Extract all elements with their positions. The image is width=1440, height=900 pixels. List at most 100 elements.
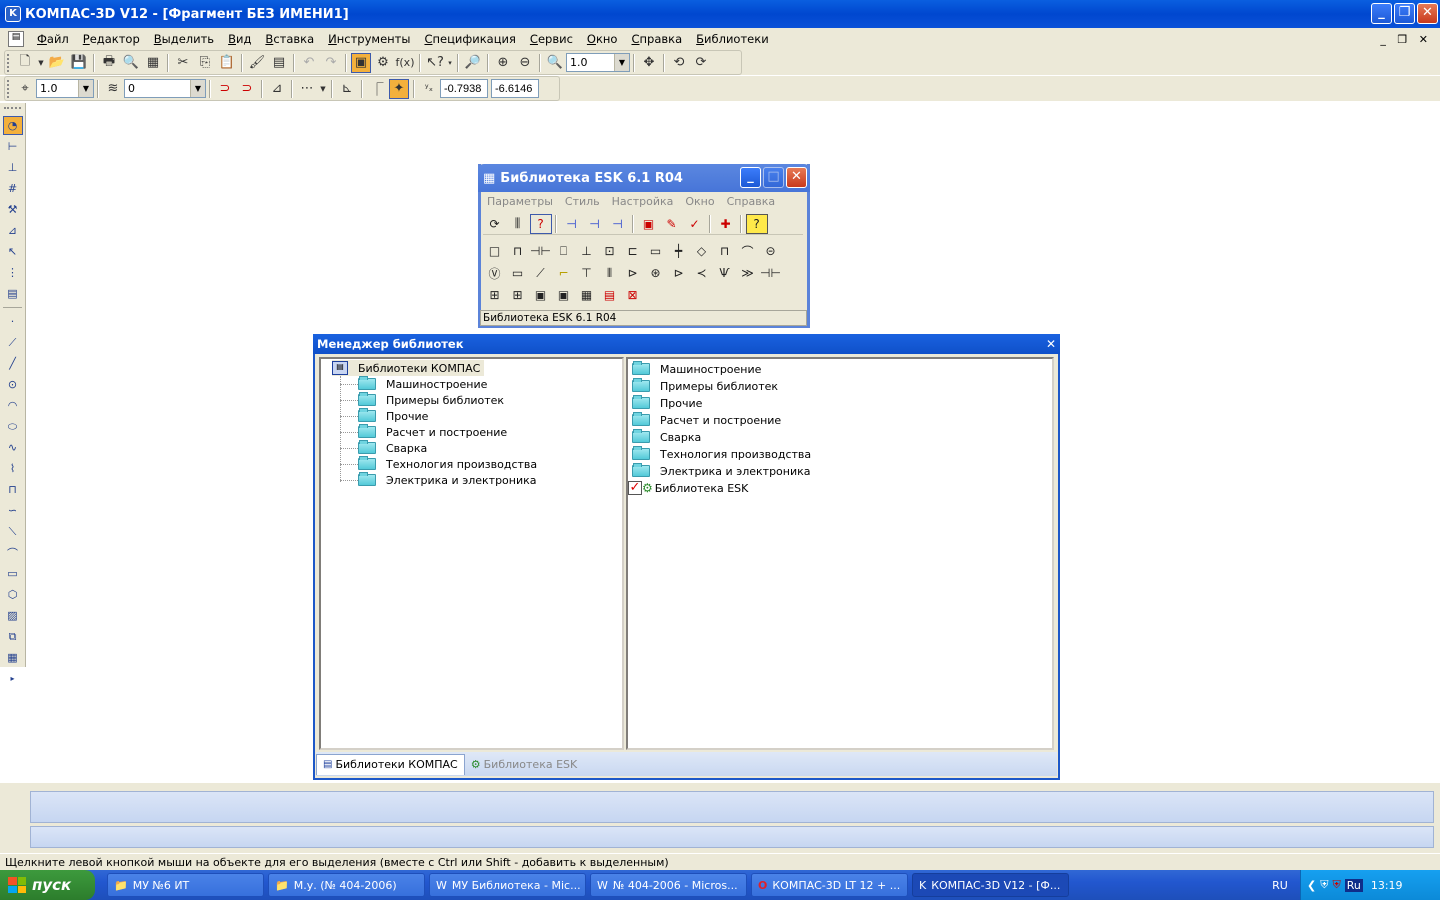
menu-libraries[interactable]: Библиотеки: [689, 32, 776, 46]
coord-x-field[interactable]: [440, 79, 488, 98]
list-item[interactable]: Примеры библиотек: [632, 378, 778, 394]
task-button[interactable]: 📁 М.у. (№ 404-2006): [268, 873, 425, 897]
zoom-in-icon[interactable]: ⊕: [493, 53, 513, 73]
arc-icon[interactable]: ◠: [3, 396, 23, 415]
restore-button[interactable]: ❐: [1394, 3, 1415, 24]
chevron-down-icon[interactable]: ▼: [190, 80, 205, 97]
snap-settings-icon[interactable]: ⊃: [237, 79, 257, 99]
tree-item[interactable]: Технология производства: [340, 456, 537, 472]
hatch-icon[interactable]: ▨: [3, 606, 23, 625]
menu-file[interactable]: Файл: [30, 32, 76, 46]
esk-close-button[interactable]: ✕: [786, 167, 807, 188]
minimize-button[interactable]: _: [1371, 3, 1392, 24]
tab-esk-library[interactable]: ⚙ Библиотека ESK: [465, 754, 583, 775]
esk-mark-icon[interactable]: ▣: [638, 214, 660, 234]
contour-icon[interactable]: ⊓: [3, 480, 23, 499]
task-button[interactable]: W № 404-2006 - Micros...: [590, 873, 747, 897]
point-icon[interactable]: ·: [3, 312, 23, 331]
task-button[interactable]: W МУ Библиотека - Mic...: [429, 873, 586, 897]
segment-icon[interactable]: ╱: [3, 354, 23, 373]
esk-button-icon[interactable]: ⊤: [576, 263, 598, 283]
spline-icon[interactable]: ∿: [3, 438, 23, 457]
language-indicator[interactable]: RU: [1260, 870, 1300, 900]
toolbar-grip[interactable]: [7, 79, 11, 98]
polygon-icon[interactable]: ⬡: [3, 585, 23, 604]
esk-border-icon[interactable]: ▣: [553, 285, 575, 305]
esk-cap3-icon[interactable]: ⎕: [553, 241, 575, 261]
esk-diode-icon[interactable]: ⊳: [622, 263, 644, 283]
local-cs-icon[interactable]: ⊾: [337, 79, 357, 99]
collect-contour-icon[interactable]: ▦: [3, 648, 23, 667]
esk-minimize-button[interactable]: _: [740, 167, 761, 188]
new-document-icon[interactable]: 🗋: [15, 53, 35, 73]
menu-service[interactable]: Сервис: [523, 32, 580, 46]
ellipse-icon[interactable]: ⬭: [3, 417, 23, 436]
esk-cap2-icon[interactable]: ⊣⊢: [530, 241, 552, 261]
redraw-icon[interactable]: ⟳: [691, 53, 711, 73]
esk-table-icon[interactable]: ▦: [576, 285, 598, 305]
esk-plus-icon[interactable]: ┿: [668, 241, 690, 261]
esk-lamp-icon[interactable]: ⊝: [760, 241, 782, 261]
zoom-out-icon[interactable]: ⊖: [515, 53, 535, 73]
refresh-icon[interactable]: ⟲: [669, 53, 689, 73]
zoom-window-icon[interactable]: 🔎: [463, 53, 483, 73]
esk-wire-icon[interactable]: ⊣: [561, 214, 583, 234]
measure-icon[interactable]: ⊿: [3, 221, 23, 240]
circle-icon[interactable]: ⊙: [3, 375, 23, 394]
task-button[interactable]: 📁 МУ №6 ИТ: [107, 873, 264, 897]
esk-wire3-icon[interactable]: ⊣: [607, 214, 629, 234]
close-button[interactable]: ✕: [1417, 3, 1438, 24]
cut-icon[interactable]: ✂: [173, 53, 193, 73]
esk-maximize-button[interactable]: □: [763, 167, 784, 188]
coord-y-field[interactable]: [491, 79, 539, 98]
menu-tools[interactable]: Инструменты: [321, 32, 417, 46]
dropdown-arrow-icon[interactable]: ▼: [37, 53, 45, 73]
tree-item[interactable]: Примеры библиотек: [340, 392, 504, 408]
open-icon[interactable]: 📂: [47, 53, 67, 73]
symbols-icon[interactable]: ⊥: [3, 158, 23, 177]
select-icon[interactable]: ↖: [3, 242, 23, 261]
ortho-icon[interactable]: ⊿: [267, 79, 287, 99]
esk-thyristor-icon[interactable]: ⊳: [668, 263, 690, 283]
chamfer-icon[interactable]: ⟍: [3, 522, 23, 541]
esk-flip-icon[interactable]: ⫼: [507, 214, 529, 234]
esk-menu-params[interactable]: Параметры: [481, 195, 559, 208]
parametrization-icon[interactable]: ⚒: [3, 200, 23, 219]
menu-view[interactable]: Вид: [221, 32, 258, 46]
list-item[interactable]: Сварка: [632, 429, 701, 445]
esk-menu-style[interactable]: Стиль: [559, 195, 606, 208]
properties-icon[interactable]: ▦: [143, 53, 163, 73]
menu-editor[interactable]: Редактор: [76, 32, 147, 46]
help-pointer-icon[interactable]: ↖?: [425, 53, 445, 73]
geometry-icon[interactable]: ◔: [2, 116, 23, 135]
esk-menu-help[interactable]: Справка: [721, 195, 781, 208]
library-icon[interactable]: ⚙: [373, 53, 393, 73]
esk-ground-icon[interactable]: ⊥: [576, 241, 598, 261]
esk-stamp-icon[interactable]: ⊠: [622, 285, 644, 305]
undo-icon[interactable]: ↶: [299, 53, 319, 73]
manager-icon[interactable]: ▣: [351, 52, 371, 73]
document-icon[interactable]: ▤: [8, 31, 24, 47]
esk-menu-settings[interactable]: Настройка: [606, 195, 680, 208]
esk-info-icon[interactable]: ?: [745, 213, 768, 234]
esk-stack-icon[interactable]: ▤: [599, 285, 621, 305]
esk-transformer-icon[interactable]: ⫴: [599, 263, 621, 283]
rounding-icon[interactable]: ⎾: [367, 79, 387, 99]
keyboard-layout-badge[interactable]: Ru: [1344, 878, 1363, 892]
chevron-down-icon[interactable]: ▼: [614, 54, 629, 71]
list-item[interactable]: Электрика и электроника: [632, 463, 811, 479]
bezier-icon[interactable]: ∽: [3, 501, 23, 520]
esk-menu-window[interactable]: Окно: [679, 195, 720, 208]
esk-frame-icon[interactable]: ⊞: [484, 285, 506, 305]
pan-icon[interactable]: ✥: [639, 53, 659, 73]
esk-motor-icon[interactable]: ⊛: [645, 263, 667, 283]
esk-rotate-icon[interactable]: ⟳: [484, 214, 506, 234]
esk-resistor-icon[interactable]: ▭: [645, 241, 667, 261]
copy-icon[interactable]: ⎘: [195, 53, 215, 73]
esk-picture-icon[interactable]: ▣: [530, 285, 552, 305]
format-brush-icon[interactable]: 🖌: [247, 53, 267, 73]
tree-item[interactable]: Прочие: [340, 408, 428, 424]
menu-insert[interactable]: Вставка: [258, 32, 321, 46]
print-icon[interactable]: 🖶: [99, 53, 119, 73]
esk-fuse-icon[interactable]: ▭: [507, 263, 529, 283]
